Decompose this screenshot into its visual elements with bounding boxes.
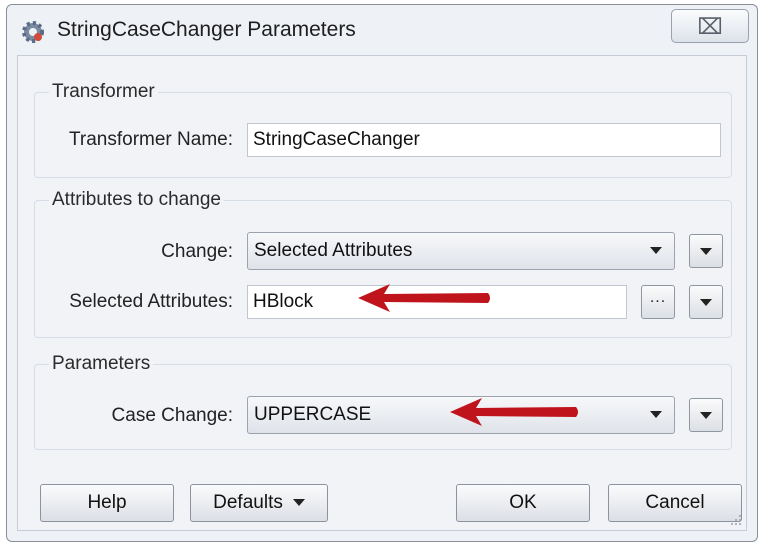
window-title: StringCaseChanger Parameters [57,18,356,41]
resize-grip-icon[interactable] [730,514,742,526]
attributes-group-title: Attributes to change [49,189,224,211]
close-icon: ⌧ [697,14,723,39]
transformer-name-label: Transformer Name: [69,129,233,150]
transformer-group: Transformer Transformer Name: StringCase… [34,81,732,178]
change-label: Change: [161,241,233,262]
browse-attributes-button[interactable]: ... [641,285,675,319]
dropdown-arrow-icon [650,247,662,254]
dropdown-arrow-icon [292,499,305,507]
annotation-arrow [450,398,578,426]
close-button[interactable]: ⌧ [671,9,749,43]
defaults-button-label: Defaults [213,492,283,513]
selected-attributes-options-button[interactable] [689,285,723,319]
parameters-group-title: Parameters [49,353,154,375]
cancel-button[interactable]: Cancel [608,484,742,522]
title-bar[interactable]: StringCaseChanger Parameters ⌧ [7,5,757,61]
dropdown-arrow-icon [650,411,662,418]
app-gear-icon [22,21,44,43]
ok-button[interactable]: OK [456,484,590,522]
case-change-label: Case Change: [111,405,233,426]
defaults-button[interactable]: Defaults [190,484,328,522]
case-change-dropdown-value: UPPERCASE [254,404,372,425]
change-options-button[interactable] [689,234,723,268]
ellipsis-icon: ... [649,289,667,306]
dropdown-arrow-icon [700,412,712,419]
dialog-window: StringCaseChanger Parameters ⌧ Transform… [6,4,758,542]
change-dropdown-value: Selected Attributes [254,240,413,261]
dropdown-arrow-icon [700,299,712,306]
transformer-name-field[interactable]: StringCaseChanger [247,123,721,157]
cancel-button-label: Cancel [645,492,705,513]
transformer-group-title: Transformer [49,81,158,103]
selected-attributes-label: Selected Attributes: [69,291,233,312]
dropdown-arrow-icon [700,248,712,255]
ok-button-label: OK [509,492,537,513]
case-change-options-button[interactable] [689,398,723,432]
help-button-label: Help [87,492,127,513]
attributes-group: Attributes to change Change: Selected At… [34,189,732,338]
change-dropdown[interactable]: Selected Attributes [247,232,675,270]
annotation-arrow [358,284,490,312]
help-button[interactable]: Help [40,484,174,522]
parameters-group: Parameters Case Change: UPPERCASE [34,353,732,450]
